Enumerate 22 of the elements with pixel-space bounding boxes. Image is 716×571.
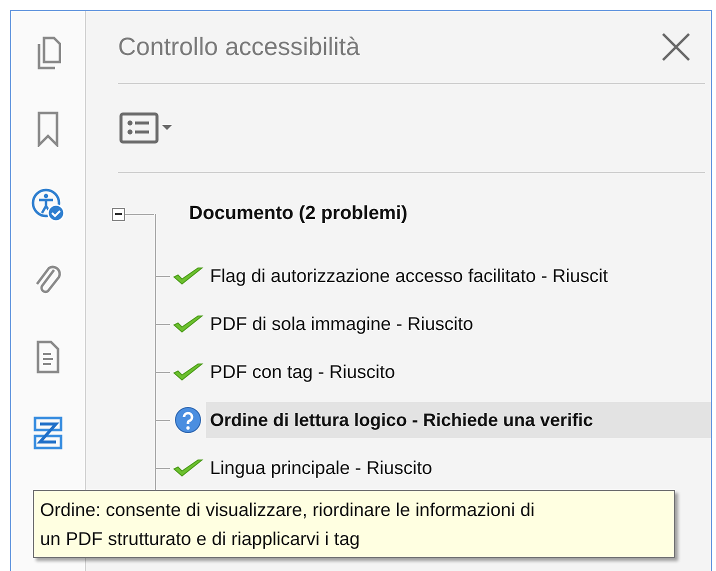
pages-icon — [35, 36, 61, 70]
panel-title: Controllo accessibilità — [118, 32, 360, 62]
close-icon — [661, 32, 691, 62]
tree-node[interactable]: Documento (2 problemi) — [189, 203, 408, 225]
structure-icon — [33, 416, 63, 450]
checkmark-icon — [172, 362, 204, 382]
tree-item[interactable]: Ordine di lettura logico - Richiede una verific — [206, 402, 711, 438]
checkmark-icon — [172, 458, 204, 478]
document-icon — [36, 340, 60, 374]
tree-item[interactable]: PDF con tag - Riuscito — [206, 354, 711, 390]
tree-item[interactable]: Lingua principale - Riuscito — [206, 450, 711, 486]
list-menu-icon — [118, 111, 174, 145]
tree-item[interactable]: PDF di sola immagine - Riuscito — [206, 306, 711, 342]
help-icon — [174, 406, 202, 434]
tooltip: Ordine: consente di visualizzare, riordinare le informazioni di un PDF strutturato e di riapplicarvi i tag — [33, 490, 675, 558]
collapse-toggle[interactable] — [112, 208, 125, 220]
checkmark-icon — [172, 314, 204, 334]
checkmark-icon — [172, 266, 204, 286]
accessibility-check-icon — [31, 187, 65, 223]
bookmark-icon — [37, 111, 59, 147]
tree-item[interactable]: Flag di autorizzazione accesso facilitato - Riuscit — [206, 258, 711, 294]
options-menu-button[interactable] — [118, 111, 174, 145]
